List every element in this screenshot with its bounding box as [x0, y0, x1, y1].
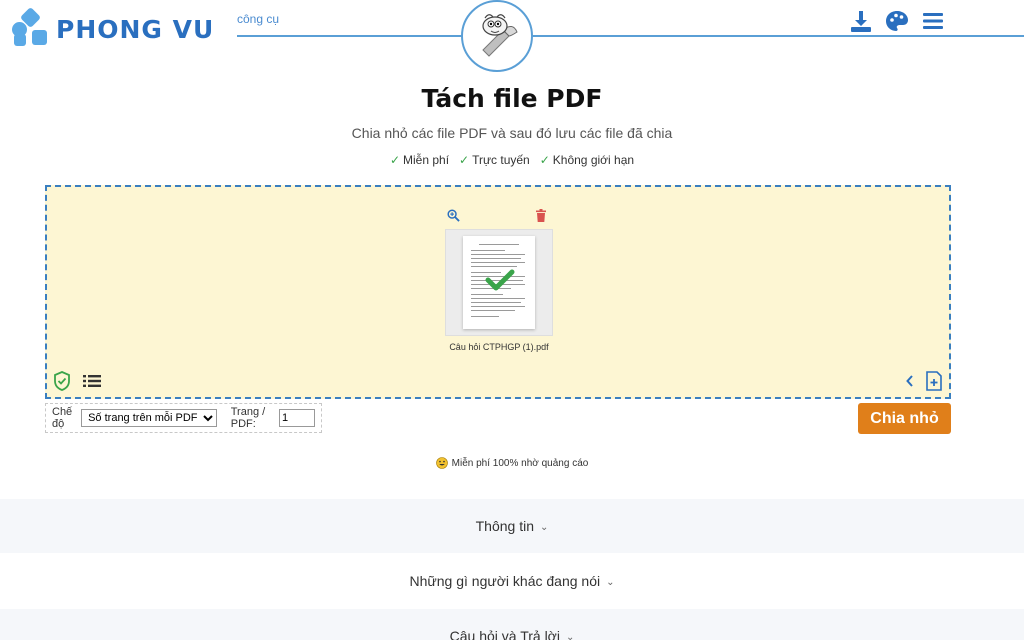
list-view-icon[interactable]: [83, 374, 101, 393]
split-button[interactable]: Chia nhỏ: [858, 403, 951, 434]
download-icon[interactable]: [848, 8, 874, 34]
feature-item: ✓ Miễn phí: [389, 153, 450, 167]
mascot-icon: [482, 14, 518, 57]
dropzone-left-tools: [53, 371, 101, 396]
zoom-in-icon[interactable]: [447, 209, 460, 227]
header-divider: [237, 35, 1024, 37]
feature-item: ✓ Không giới hạn: [539, 153, 635, 167]
accordion-label: Câu hỏi và Trả lời: [449, 628, 560, 640]
pages-per-pdf-label: Trang / PDF:: [230, 406, 266, 430]
page-subtitle: Chia nhỏ các file PDF và sau đó lưu các …: [351, 125, 673, 141]
accordion-reviews[interactable]: Những gì người khác đang nói ⌄: [0, 554, 1024, 608]
shield-check-icon[interactable]: [53, 371, 71, 396]
chevron-left-icon[interactable]: [905, 374, 915, 393]
header-icons: [848, 8, 946, 34]
brand-logo-link[interactable]: PHONG VU: [12, 6, 215, 48]
mode-select[interactable]: Số trang trên mỗi PDF: [81, 409, 218, 427]
brand-logo-icon: [12, 6, 50, 48]
chevron-down-icon: ⌄: [606, 576, 615, 588]
feature-list: ✓ Miễn phí ✓ Trực tuyến ✓ Không giới hạn: [0, 153, 1024, 167]
thumbnail-tools: [447, 209, 547, 227]
dropzone-right-tools: [905, 371, 943, 396]
header: PHONG VU công cụ: [0, 0, 1024, 72]
accordion-faq[interactable]: Câu hỏi và Trả lời ⌄: [0, 609, 1024, 640]
feature-item: ✓ Trực tuyến: [459, 153, 530, 167]
chevron-down-icon: ⌄: [565, 631, 575, 640]
add-file-icon[interactable]: [925, 371, 943, 396]
free-note: Miễn phí 100% nhờ quảng cáo: [0, 457, 1024, 469]
smiley-icon: [435, 457, 448, 469]
accordion-label: Thông tin: [475, 518, 534, 534]
free-note-text: Miễn phí 100% nhờ quảng cáo: [451, 457, 589, 469]
mascot-logo[interactable]: [461, 0, 533, 72]
check-mark-icon: [485, 269, 515, 291]
menu-icon[interactable]: [920, 8, 946, 34]
page-title: Tách file PDF: [421, 84, 603, 113]
palette-icon[interactable]: [884, 8, 910, 34]
tools-link[interactable]: công cụ: [237, 12, 279, 26]
pdf-page-preview: [463, 236, 535, 329]
file-name: Câu hỏi CTPHGP (1).pdf: [449, 342, 549, 352]
brand-name: PHONG VU: [56, 14, 215, 44]
trash-icon[interactable]: [535, 209, 547, 227]
accordion-info[interactable]: Thông tin ⌄: [0, 499, 1024, 553]
check-icon: ✓: [539, 153, 550, 167]
mode-label: Chế độ: [52, 406, 73, 430]
file-dropzone[interactable]: Câu hỏi CTPHGP (1).pdf: [45, 185, 951, 399]
pdf-thumbnail[interactable]: [445, 229, 553, 336]
chevron-down-icon: ⌄: [539, 521, 549, 533]
split-options: Chế độ Số trang trên mỗi PDF Trang / PDF…: [45, 403, 322, 433]
check-icon: ✓: [389, 153, 401, 167]
accordion-label: Những gì người khác đang nói: [409, 573, 601, 589]
pages-per-pdf-input[interactable]: [279, 409, 315, 427]
check-icon: ✓: [459, 153, 470, 167]
